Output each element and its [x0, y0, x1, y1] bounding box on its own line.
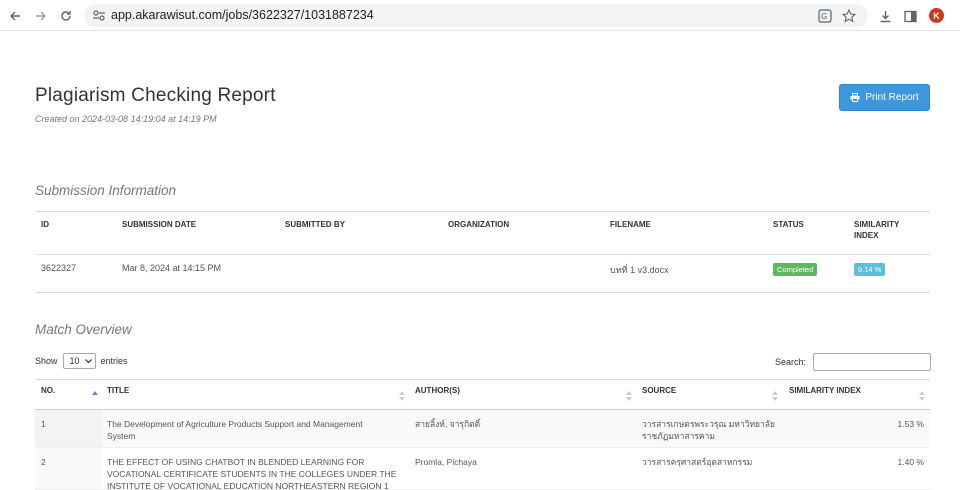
sort-icon[interactable] [399, 390, 405, 402]
row-source-line2: ราชภัฏมหาสารคาม [642, 431, 715, 441]
svg-text:G: G [821, 12, 827, 21]
submission-id: 3622327 [41, 263, 77, 273]
created-timestamp: Created on 2024-03-08 14:19:04 at 14:19 … [35, 114, 217, 124]
col-submitted-by: SUBMITTED BY [285, 220, 345, 229]
reload-icon[interactable] [56, 6, 76, 26]
similarity-badge: 9.14 % [854, 263, 886, 276]
search-control: Search: [775, 353, 932, 371]
entries-label: entries [100, 356, 128, 366]
printer-icon [850, 93, 860, 102]
address-bar[interactable]: app.akarawisut.com/jobs/3622327/10318872… [84, 4, 868, 27]
submission-table-header: ID SUBMISSION DATE SUBMITTED BY ORGANIZA… [35, 212, 930, 255]
side-panel-icon[interactable] [900, 6, 920, 26]
row-title-line2: System [107, 431, 136, 441]
sort-icon[interactable] [626, 390, 632, 402]
col-submission-date: SUBMISSION DATE [122, 220, 197, 229]
submission-section-title: Submission Information [35, 183, 177, 198]
back-icon[interactable] [5, 6, 25, 26]
row-title-line1: The Development of Agriculture Products … [107, 419, 363, 429]
row-title-line3: INSTITUTE OF VOCATIONAL EDUCATION NORTHE… [107, 481, 389, 490]
col-similarity-index: INDEX [854, 231, 879, 240]
col-organization: ORGANIZATION [448, 220, 510, 229]
match-table: NO. TITLE AUTHOR(S) SOURCE SIMILARITY IN… [35, 379, 930, 490]
col-similarity: SIMILARITY [854, 220, 900, 229]
entries-select[interactable]: 10 [62, 353, 96, 369]
entries-value: 10 [69, 356, 80, 366]
url-text: app.akarawisut.com/jobs/3622327/10318872… [111, 8, 374, 22]
print-report-button[interactable]: Print Report [839, 84, 930, 111]
submission-row: 3622327 Mar 8, 2024 at 14:15 PM บทที่ 1 … [35, 255, 930, 293]
browser-toolbar: app.akarawisut.com/jobs/3622327/10318872… [0, 0, 960, 31]
row-author: สายลิ้งห์, จารุกิตติ์ [415, 419, 481, 429]
row-source-line1: วารสารเกษตรพระวรุณ มหาวิทยาลัย [642, 419, 775, 429]
row-title-line2: VOCATIONAL CERTIFICATE STUDENTS IN THE C… [107, 469, 397, 479]
sort-icon[interactable] [772, 390, 778, 402]
search-input[interactable] [813, 353, 932, 371]
bookmark-star-icon[interactable] [840, 7, 858, 25]
row-author: Promla, Pichaya [415, 457, 477, 467]
search-label: Search: [775, 357, 807, 367]
match-table-header: NO. TITLE AUTHOR(S) SOURCE SIMILARITY IN… [35, 380, 930, 410]
col-no[interactable]: NO. [41, 386, 55, 395]
table-row: 1 The Development of Agriculture Product… [35, 410, 930, 448]
row-no: 1 [41, 419, 46, 429]
chevron-down-icon [84, 358, 92, 363]
row-similarity: 1.40 % [897, 457, 924, 467]
submission-table: ID SUBMISSION DATE SUBMITTED BY ORGANIZA… [35, 211, 930, 293]
row-source-line1: วารสารครุศาสตร์อุตสาหกรรม [642, 457, 753, 467]
col-id: ID [41, 220, 49, 229]
row-title-line1: THE EFFECT OF USING CHATBOT IN BLENDED L… [107, 457, 365, 467]
table-row: 2 THE EFFECT OF USING CHATBOT IN BLENDED… [35, 448, 930, 490]
sort-icon[interactable] [919, 390, 925, 402]
site-info-icon[interactable] [92, 9, 106, 22]
col-title[interactable]: TITLE [107, 386, 129, 395]
col-source[interactable]: SOURCE [642, 386, 676, 395]
status-badge: Completed [773, 263, 818, 276]
sort-asc-icon[interactable] [92, 390, 98, 402]
page-title: Plagiarism Checking Report [35, 85, 276, 106]
col-authors[interactable]: AUTHOR(S) [415, 386, 460, 395]
col-status: STATUS [773, 220, 804, 229]
print-report-label: Print Report [865, 92, 919, 103]
translate-icon[interactable]: G [816, 7, 834, 25]
profile-avatar[interactable]: K [929, 8, 944, 23]
forward-icon[interactable] [31, 6, 51, 26]
filename: บทที่ 1 v3.docx [610, 265, 669, 275]
submission-date: Mar 8, 2024 at 14:15 PM [122, 263, 222, 273]
col-similarity-index[interactable]: SIMILARITY INDEX [789, 386, 861, 395]
col-filename: FILENAME [610, 220, 651, 229]
row-similarity: 1.53 % [897, 419, 924, 429]
download-icon[interactable] [875, 6, 895, 26]
row-no: 2 [41, 457, 46, 467]
show-entries-control: Show 10 entries [35, 353, 128, 369]
show-label: Show [35, 356, 58, 366]
match-section-title: Match Overview [35, 322, 132, 337]
